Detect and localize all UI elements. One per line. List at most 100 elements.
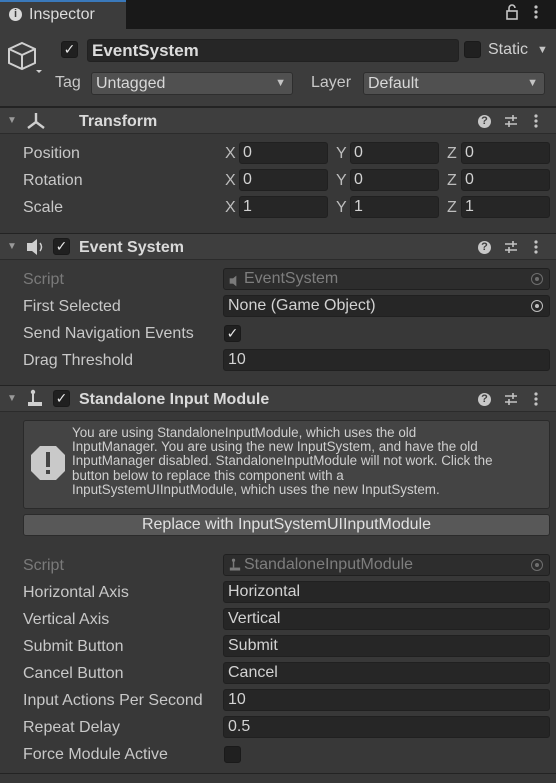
force-module-active-label: Force Module Active [23,746,168,763]
foldout-arrow-icon[interactable]: ▼ [7,241,17,252]
script-value: EventSystem [244,270,339,287]
warning-line: InputSystemUIInputModule, which uses the… [72,481,440,497]
scale-x-field[interactable]: 1 [239,196,328,218]
force-module-active-checkbox[interactable] [224,746,241,763]
object-picker-icon[interactable] [531,300,543,312]
position-y-field[interactable]: 0 [350,142,439,164]
event-system-script-field: EventSystem [223,268,550,290]
position-z-field[interactable]: 0 [461,142,550,164]
first-selected-value: None (Game Object) [228,297,376,314]
send-navigation-label: Send Navigation Events [23,325,194,342]
first-selected-label: First Selected [23,298,121,315]
horizontal-axis-field[interactable]: Horizontal [223,581,550,603]
gameobject-header: ✓ EventSystem Static ▼ Tag Untagged ▼ La… [0,29,556,107]
more-options-icon[interactable] [533,3,539,25]
send-navigation-checkbox[interactable]: ✓ [224,325,241,342]
layer-label: Layer [311,74,352,91]
repeat-delay-field[interactable]: 0.5 [223,716,550,738]
axis-x-label: X [225,145,236,162]
tab-bar: i Inspector [0,0,556,29]
static-label: Static [488,41,529,58]
tag-value: Untagged [96,75,166,92]
axis-z-label: Z [447,172,457,189]
cancel-button-label: Cancel Button [23,665,124,682]
warning-line: InputManager disabled. StandaloneInputMo… [72,453,493,469]
gameobject-cube-icon[interactable] [6,39,42,80]
input-module-header[interactable]: ▼ ✓ Standalone Input Module ? [0,385,556,412]
rotation-y-field[interactable]: 0 [350,169,439,191]
transform-icon [26,112,46,135]
help-icon[interactable]: ? [478,115,491,128]
event-system-enabled-checkbox[interactable]: ✓ [53,238,70,255]
axis-y-label: Y [336,172,347,189]
submit-button-field[interactable]: Submit [223,635,550,657]
input-module-enabled-checkbox[interactable]: ✓ [53,390,70,407]
help-icon[interactable]: ? [478,393,491,406]
axis-z-label: Z [447,199,457,216]
position-label: Position [23,145,80,162]
foldout-arrow-icon[interactable]: ▼ [7,115,17,126]
chevron-down-icon: ▼ [527,77,538,89]
object-picker-icon [531,273,543,285]
submit-button-label: Submit Button [23,638,124,655]
axis-y-label: Y [336,145,347,162]
event-system-header[interactable]: ▼ ✓ Event System ? [0,233,556,260]
warning-line: button below to replace this component w… [72,467,344,483]
replace-module-button[interactable]: Replace with InputSystemUIInputModule [23,514,550,536]
help-icon[interactable]: ? [478,241,491,254]
input-module-script-field: StandaloneInputModule [223,554,550,576]
tag-label: Tag [55,74,81,91]
repeat-delay-label: Repeat Delay [23,719,120,736]
more-options-icon[interactable] [533,390,539,413]
input-module-title: Standalone Input Module [79,391,270,408]
presets-icon[interactable] [503,113,519,134]
scale-y-field[interactable]: 1 [350,196,439,218]
input-actions-per-second-label: Input Actions Per Second [23,692,203,709]
static-checkbox[interactable] [464,41,481,58]
vertical-axis-field[interactable]: Vertical [223,608,550,630]
chevron-down-icon: ▼ [275,77,286,89]
rotation-x-field[interactable]: 0 [239,169,328,191]
script-icon [228,558,242,575]
axis-x-label: X [225,172,236,189]
warning-line: InputManager. You are using the new Inpu… [72,439,478,455]
lock-icon[interactable] [505,4,519,24]
rotation-label: Rotation [23,172,83,189]
vertical-axis-label: Vertical Axis [23,611,110,628]
gameobject-name-field[interactable]: EventSystem [87,39,459,62]
tab-label: Inspector [29,6,95,23]
scale-label: Scale [23,199,64,216]
transform-header[interactable]: ▼ Transform ? [0,107,556,134]
event-system-icon [25,238,45,261]
cancel-button-field[interactable]: Cancel [223,662,550,684]
joystick-icon [26,389,44,413]
first-selected-field[interactable]: None (Game Object) [223,295,550,317]
horizontal-axis-label: Horizontal Axis [23,584,129,601]
rotation-z-field[interactable]: 0 [461,169,550,191]
transform-title: Transform [79,113,158,130]
scale-z-field[interactable]: 1 [461,196,550,218]
warning-helpbox: You are using StandaloneInputModule, whi… [23,420,550,509]
presets-icon[interactable] [503,239,519,260]
tab-inspector[interactable]: i Inspector [0,0,126,29]
script-icon [228,273,242,289]
tag-dropdown[interactable]: Untagged ▼ [91,72,293,95]
script-label: Script [23,557,64,574]
foldout-arrow-icon[interactable]: ▼ [7,393,17,404]
warning-text: You are using StandaloneInputModule, whi… [72,425,493,497]
warning-icon [29,444,67,487]
gameobject-active-checkbox[interactable]: ✓ [61,41,78,58]
more-options-icon[interactable] [533,238,539,261]
divider [0,773,556,774]
presets-icon[interactable] [503,391,519,412]
layer-dropdown[interactable]: Default ▼ [363,72,545,95]
position-x-field[interactable]: 0 [239,142,328,164]
more-options-icon[interactable] [533,112,539,135]
input-actions-per-second-field[interactable]: 10 [223,689,550,711]
script-label: Script [23,271,64,288]
layer-value: Default [368,75,419,92]
axis-y-label: Y [336,199,347,216]
drag-threshold-field[interactable]: 10 [223,349,550,371]
static-dropdown-icon[interactable]: ▼ [537,44,548,56]
event-system-title: Event System [79,239,184,256]
